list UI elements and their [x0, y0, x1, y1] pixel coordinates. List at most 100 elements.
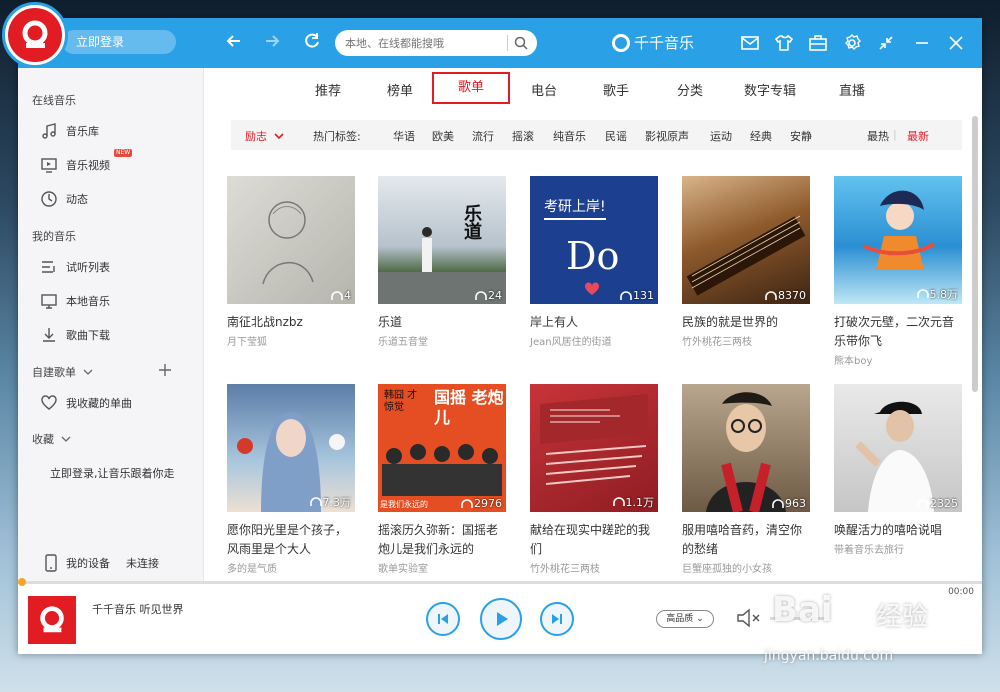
playlist-card[interactable]: 韩囧 才惊觉 国摇 老炮儿 是我们永远的 2976 摇滚历久弥新：国摇老炮儿是我…: [378, 384, 506, 575]
playlist-title[interactable]: 民族的就是世界的: [682, 313, 810, 332]
tab-recommend[interactable]: 推荐: [315, 82, 341, 102]
playlist-creator[interactable]: 竹外桃花三两枝: [682, 333, 810, 348]
progress-bar[interactable]: [18, 578, 982, 586]
playlist-creator[interactable]: 月下莹狐: [227, 333, 355, 348]
sidebar-item-music-library[interactable]: 音乐库: [40, 121, 99, 141]
tag-item[interactable]: 运动: [710, 128, 732, 144]
forward-arrow-icon[interactable]: [262, 31, 282, 56]
playlist-creator[interactable]: Jean风居住的街道: [530, 333, 658, 348]
playlist-title[interactable]: 服用嘻哈音药，清空你的愁绪: [682, 521, 810, 559]
search-icon[interactable]: [514, 36, 528, 50]
mail-icon[interactable]: [740, 33, 760, 53]
playlist-creator[interactable]: 巨蟹座孤独的小女孩: [682, 560, 810, 575]
playlist-title[interactable]: 岸上有人: [530, 313, 658, 332]
tag-item[interactable]: 纯音乐: [553, 128, 586, 144]
playlist-cover[interactable]: 2325: [834, 384, 962, 512]
search-input[interactable]: [345, 36, 505, 50]
device-status[interactable]: 我的设备 未连接: [44, 553, 159, 573]
playlist-cover[interactable]: 1.1万: [530, 384, 658, 512]
playlist-card[interactable]: 2325 唤醒活力的嘻哈说唱 带着音乐去旅行: [834, 384, 962, 556]
tab-categories[interactable]: 分类: [677, 82, 703, 102]
login-button[interactable]: 立即登录: [62, 30, 176, 54]
next-button[interactable]: [540, 602, 574, 636]
sidebar-item-favorites[interactable]: 我收藏的单曲: [40, 393, 132, 413]
sidebar-item-trial-list[interactable]: 试听列表: [40, 257, 110, 277]
back-arrow-icon[interactable]: [224, 31, 244, 56]
tab-digital-albums[interactable]: 数字专辑: [744, 82, 796, 102]
main-content: 推荐 榜单 歌单 电台 歌手 分类 数字专辑 直播 励志 热门标签: 华语 欧美…: [205, 68, 982, 582]
search-box[interactable]: [335, 30, 537, 56]
tab-playlists[interactable]: 歌单: [432, 72, 511, 104]
playlist-title[interactable]: 摇滚历久弥新：国摇老炮儿是我们永远的: [378, 521, 506, 559]
playlist-cover[interactable]: 8370: [682, 176, 810, 304]
sort-hot[interactable]: 最热: [867, 128, 889, 144]
tag-item[interactable]: 华语: [393, 128, 415, 144]
quality-selector[interactable]: 高品质 ⌄: [656, 610, 714, 628]
settings-gear-icon[interactable]: [842, 33, 862, 53]
playlist-card[interactable]: 考研上岸! Do 131 岸上有人 Jean风居住的街道: [530, 176, 658, 348]
playlist-creator[interactable]: 带着音乐去旅行: [834, 541, 962, 556]
playlist-cover[interactable]: 5.8万: [834, 176, 962, 304]
sidebar-item-feed[interactable]: 动态: [40, 189, 88, 209]
close-icon[interactable]: [946, 33, 966, 53]
tag-item[interactable]: 民谣: [605, 128, 627, 144]
playlist-card[interactable]: 1.1万 献给在现实中蹉跎的我们 竹外桃花三两枝: [530, 384, 658, 575]
current-tag-dropdown[interactable]: 励志: [245, 128, 285, 144]
playlist-cover[interactable]: 韩囧 才惊觉 国摇 老炮儿 是我们永远的 2976: [378, 384, 506, 512]
tag-item[interactable]: 欧美: [432, 128, 454, 144]
section-collections[interactable]: 收藏: [32, 431, 72, 447]
playlist-card[interactable]: 7.3万 愿你阳光里是个孩子，风雨里是个大人 多的是气质: [227, 384, 355, 575]
previous-button[interactable]: [426, 602, 460, 636]
section-custom-playlists[interactable]: 自建歌单: [32, 364, 94, 380]
playlist-card[interactable]: 8370 民族的就是世界的 竹外桃花三两枝: [682, 176, 810, 348]
playlist-cover[interactable]: 乐道 24: [378, 176, 506, 304]
login-hint[interactable]: 立即登录,让音乐跟着你走: [50, 465, 175, 481]
playlist-card[interactable]: 963 服用嘻哈音药，清空你的愁绪 巨蟹座孤独的小女孩: [682, 384, 810, 575]
tab-live[interactable]: 直播: [839, 82, 865, 102]
playlist-title[interactable]: 献给在现实中蹉跎的我们: [530, 521, 658, 559]
playlist-creator[interactable]: 乐道五音堂: [378, 333, 506, 348]
playlist-card[interactable]: 5.8万 打破次元壁，二次元音乐带你飞 熊本boy: [834, 176, 962, 367]
playlist-title[interactable]: 唤醒活力的嘻哈说唱: [834, 521, 962, 540]
playlist-creator[interactable]: 竹外桃花三两枝: [530, 560, 658, 575]
sidebar-item-music-video[interactable]: 音乐视频 NEW: [40, 149, 133, 175]
add-playlist-icon[interactable]: [158, 363, 172, 377]
skin-shirt-icon[interactable]: [774, 33, 794, 53]
sidebar-item-local-music[interactable]: 本地音乐: [40, 291, 110, 311]
toolbox-icon[interactable]: [808, 33, 828, 53]
sidebar-item-downloads[interactable]: 歌曲下载: [40, 325, 110, 345]
app-logo[interactable]: [2, 2, 68, 68]
playlist-creator[interactable]: 歌单实验室: [378, 560, 506, 575]
tab-artists[interactable]: 歌手: [603, 82, 629, 102]
now-playing-cover[interactable]: [28, 596, 76, 644]
sort-new[interactable]: 最新: [907, 128, 929, 144]
tag-item[interactable]: 摇滚: [512, 128, 534, 144]
progress-handle[interactable]: [18, 578, 26, 586]
anime-girl-art: [863, 190, 936, 270]
tab-charts[interactable]: 榜单: [387, 82, 413, 102]
volume-mute-icon[interactable]: [736, 608, 762, 628]
tag-item[interactable]: 安静: [790, 128, 812, 144]
playlist-title[interactable]: 南征北战nzbz: [227, 313, 355, 332]
tag-item[interactable]: 影视原声: [645, 128, 689, 144]
playlist-cover[interactable]: 963: [682, 384, 810, 512]
mini-mode-icon[interactable]: [876, 33, 896, 53]
playlist-cover[interactable]: 7.3万: [227, 384, 355, 512]
playlist-creator[interactable]: 多的是气质: [227, 560, 355, 575]
playlist-cover[interactable]: 4: [227, 176, 355, 304]
playlist-title[interactable]: 乐道: [378, 313, 506, 332]
tag-item[interactable]: 经典: [750, 128, 772, 144]
minimize-icon[interactable]: [912, 33, 932, 53]
volume-slider[interactable]: [770, 617, 826, 620]
playlist-card[interactable]: 乐道 24 乐道 乐道五音堂: [378, 176, 506, 348]
playlist-title[interactable]: 打破次元壁，二次元音乐带你飞: [834, 313, 962, 351]
tag-item[interactable]: 流行: [472, 128, 494, 144]
play-button[interactable]: [480, 598, 522, 640]
playlist-title[interactable]: 愿你阳光里是个孩子，风雨里是个大人: [227, 521, 355, 559]
refresh-icon[interactable]: [302, 31, 322, 56]
content-scrollbar[interactable]: [972, 116, 978, 392]
playlist-cover[interactable]: 考研上岸! Do 131: [530, 176, 658, 304]
tab-radio[interactable]: 电台: [531, 82, 557, 102]
playlist-card[interactable]: 4 南征北战nzbz 月下莹狐: [227, 176, 355, 348]
playlist-creator[interactable]: 熊本boy: [834, 352, 962, 367]
